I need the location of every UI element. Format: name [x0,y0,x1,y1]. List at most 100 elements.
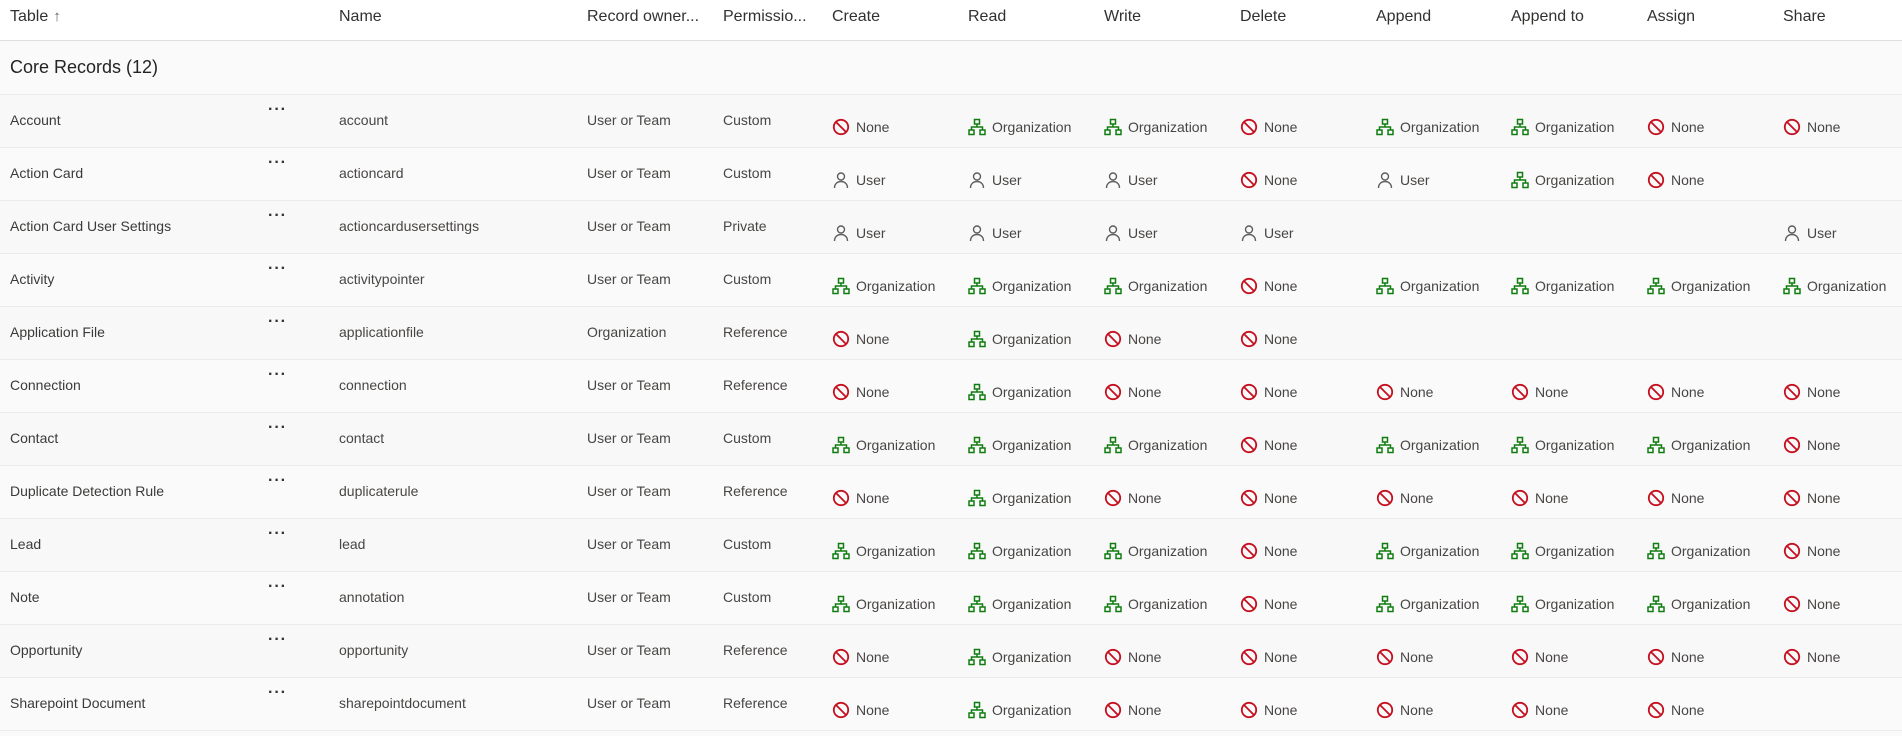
group-header-core-records[interactable]: Core Records (12) [0,41,1902,95]
perm-create[interactable]: None [832,366,889,418]
header-append-to[interactable]: Append to [1511,0,1584,40]
perm-write[interactable]: Organization [1104,578,1207,630]
perm-append-to[interactable]: Organization [1511,154,1614,206]
perm-append[interactable]: User [1376,154,1430,206]
perm-share[interactable]: User [1783,207,1837,259]
perm-read[interactable]: Organization [968,313,1071,365]
perm-append-to[interactable]: Organization [1511,101,1614,153]
perm-delete[interactable]: None [1240,313,1297,365]
perm-assign[interactable]: None [1647,631,1704,683]
perm-delete[interactable]: None [1240,260,1297,312]
perm-write[interactable]: Organization [1104,525,1207,577]
perm-write[interactable]: User [1104,154,1158,206]
perm-create[interactable]: User [832,154,886,206]
more-options-icon[interactable]: ··· [268,519,288,559]
perm-delete[interactable]: None [1240,154,1297,206]
header-create[interactable]: Create [832,0,880,40]
table-row[interactable]: Contact contact User or Team Custom ··· Organ… [0,413,1902,466]
perm-write[interactable]: None [1104,684,1161,736]
perm-write[interactable]: None [1104,631,1161,683]
perm-assign[interactable]: None [1647,366,1704,418]
perm-share[interactable]: None [1783,578,1840,630]
header-share[interactable]: Share [1783,0,1826,40]
perm-share[interactable]: None [1783,472,1840,524]
perm-assign[interactable]: None [1647,101,1704,153]
perm-append[interactable]: None [1376,472,1433,524]
more-options-icon[interactable]: ··· [268,360,288,400]
perm-create[interactable]: None [832,472,889,524]
more-options-icon[interactable]: ··· [268,95,288,135]
perm-share[interactable]: None [1783,366,1840,418]
perm-create[interactable]: None [832,684,889,736]
perm-delete[interactable]: None [1240,101,1297,153]
perm-assign[interactable]: None [1647,154,1704,206]
perm-read[interactable]: User [968,207,1022,259]
perm-append[interactable]: Organization [1376,260,1479,312]
perm-append[interactable]: None [1376,366,1433,418]
perm-share[interactable]: None [1783,101,1840,153]
perm-assign[interactable]: Organization [1647,419,1750,471]
perm-read[interactable]: Organization [968,578,1071,630]
perm-write[interactable]: Organization [1104,260,1207,312]
perm-read[interactable]: Organization [968,366,1071,418]
perm-share[interactable]: None [1783,419,1840,471]
table-row[interactable]: Account account User or Team Custom ··· None O… [0,95,1902,148]
perm-delete[interactable]: None [1240,366,1297,418]
perm-create[interactable]: Organization [832,419,935,471]
more-options-icon[interactable]: ··· [268,413,288,453]
perm-append[interactable]: None [1376,631,1433,683]
perm-read[interactable]: Organization [968,260,1071,312]
perm-read[interactable]: Organization [968,419,1071,471]
header-delete[interactable]: Delete [1240,0,1286,40]
table-row[interactable]: Opportunity opportunity User or Team Refere… [0,625,1902,678]
header-name[interactable]: Name [339,0,382,40]
more-options-icon[interactable]: ··· [268,254,288,294]
perm-delete[interactable]: None [1240,578,1297,630]
header-append[interactable]: Append [1376,0,1431,40]
more-options-icon[interactable]: ··· [268,201,288,241]
perm-delete[interactable]: None [1240,684,1297,736]
perm-append-to[interactable]: Organization [1511,578,1614,630]
header-record-owner[interactable]: Record owner... [587,0,712,40]
more-options-icon[interactable]: ··· [268,678,288,718]
more-options-icon[interactable]: ··· [268,625,288,665]
more-options-icon[interactable]: ··· [268,572,288,612]
table-row[interactable]: Sharepoint Document sharepointdocument Use… [0,678,1902,731]
more-options-icon[interactable]: ··· [268,466,288,506]
table-row[interactable]: Action Card User Settings actioncardusers… [0,201,1902,254]
perm-delete[interactable]: None [1240,472,1297,524]
perm-delete[interactable]: None [1240,631,1297,683]
perm-write[interactable]: Organization [1104,101,1207,153]
perm-write[interactable]: Organization [1104,419,1207,471]
table-row[interactable]: Lead lead User or Team Custom ··· Organizatio… [0,519,1902,572]
perm-write[interactable]: None [1104,366,1161,418]
perm-append-to[interactable]: None [1511,631,1568,683]
perm-delete[interactable]: None [1240,419,1297,471]
header-write[interactable]: Write [1104,0,1141,40]
perm-write[interactable]: None [1104,472,1161,524]
perm-append[interactable]: Organization [1376,101,1479,153]
perm-create[interactable]: Organization [832,260,935,312]
table-row[interactable]: Connection connection User or Team Referenc… [0,360,1902,413]
perm-share[interactable]: None [1783,525,1840,577]
table-row[interactable]: Action Card actioncard User or Team Custom ·… [0,148,1902,201]
header-table[interactable]: Table ↑ [10,0,61,40]
perm-read[interactable]: Organization [968,101,1071,153]
header-read[interactable]: Read [968,0,1006,40]
perm-write[interactable]: User [1104,207,1158,259]
perm-create[interactable]: Organization [832,525,935,577]
table-row[interactable]: Note annotation User or Team Custom ··· Organ… [0,572,1902,625]
perm-read[interactable]: User [968,154,1022,206]
perm-read[interactable]: Organization [968,472,1071,524]
perm-append[interactable]: Organization [1376,419,1479,471]
perm-assign[interactable]: Organization [1647,525,1750,577]
perm-create[interactable]: User [832,207,886,259]
header-assign[interactable]: Assign [1647,0,1695,40]
perm-assign[interactable]: Organization [1647,578,1750,630]
table-row[interactable]: Activity activitypointer User or Team Custo… [0,254,1902,307]
perm-append-to[interactable]: Organization [1511,260,1614,312]
perm-read[interactable]: Organization [968,684,1071,736]
perm-append[interactable]: Organization [1376,525,1479,577]
perm-append[interactable]: None [1376,684,1433,736]
perm-append-to[interactable]: None [1511,472,1568,524]
